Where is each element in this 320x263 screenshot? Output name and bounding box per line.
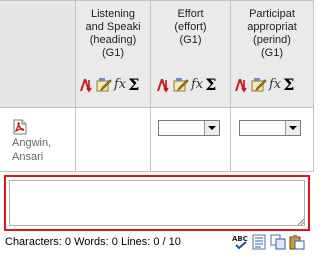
column-title-line: Listening <box>90 8 136 20</box>
column-title-line: (heading) <box>89 34 137 46</box>
column-tools: fx Σ <box>155 76 216 94</box>
fx-icon[interactable]: fx <box>114 77 126 93</box>
column-title-line: (perind) <box>253 34 291 46</box>
list-icon[interactable] <box>251 234 267 250</box>
edit-icon[interactable] <box>173 77 189 93</box>
student-name[interactable]: Angwin, Ansari <box>12 136 51 164</box>
paste-icon[interactable] <box>289 234 305 250</box>
column-title-line: (G1) <box>179 34 202 46</box>
sort-icon[interactable] <box>155 77 171 93</box>
column-header-effort[interactable]: Effort (effort) (G1) <box>151 8 230 47</box>
column-title-line: appropriat <box>247 21 297 33</box>
column-title-line: Participat <box>249 8 295 20</box>
gradebook-grid: Listening and Speaki (heading) (G1) Effo… <box>0 0 314 172</box>
column-title-line: (effort) <box>174 21 207 33</box>
sum-icon[interactable]: Σ <box>128 77 139 93</box>
divider <box>0 171 314 172</box>
edit-icon[interactable] <box>251 77 267 93</box>
resize-grip-icon[interactable] <box>297 218 305 226</box>
student-name-line: Angwin, <box>12 137 52 149</box>
divider <box>0 107 314 108</box>
column-tools: fx Σ <box>78 76 139 94</box>
column-title-line: Effort <box>177 8 204 20</box>
column-title-line: (G1) <box>102 47 124 59</box>
comment-box <box>4 175 310 231</box>
chevron-down-icon[interactable] <box>285 121 300 135</box>
comment-toolbar: ABC <box>232 234 305 250</box>
column-title-line: (G1) <box>261 47 283 59</box>
column-header-listening[interactable]: Listening and Speaki (heading) (G1) <box>76 8 150 60</box>
corner-cell <box>0 0 75 107</box>
edit-icon[interactable] <box>96 77 112 93</box>
spellcheck-icon[interactable]: ABC <box>232 234 248 250</box>
sort-icon[interactable] <box>78 77 94 93</box>
copy-icon[interactable] <box>270 234 286 250</box>
sort-icon[interactable] <box>233 77 249 93</box>
pdf-document-icon[interactable] <box>12 119 28 135</box>
chevron-down-icon[interactable] <box>204 121 219 135</box>
character-counter: Characters: 0 Words: 0 Lines: 0 / 10 <box>5 236 181 248</box>
effort-grade-select[interactable] <box>158 120 220 136</box>
comment-textarea[interactable] <box>9 180 305 226</box>
student-name-line: Ansari <box>12 151 44 163</box>
sum-icon[interactable]: Σ <box>205 77 216 93</box>
divider <box>313 0 314 172</box>
participation-grade-select[interactable] <box>239 120 301 136</box>
column-header-participation[interactable]: Participat appropriat (perind) (G1) <box>231 8 313 60</box>
divider <box>0 0 314 1</box>
fx-icon[interactable]: fx <box>191 77 203 93</box>
column-title-line: and Speaki <box>85 21 141 33</box>
column-tools: fx Σ <box>233 76 294 94</box>
fx-icon[interactable]: fx <box>269 77 281 93</box>
sum-icon[interactable]: Σ <box>283 77 294 93</box>
